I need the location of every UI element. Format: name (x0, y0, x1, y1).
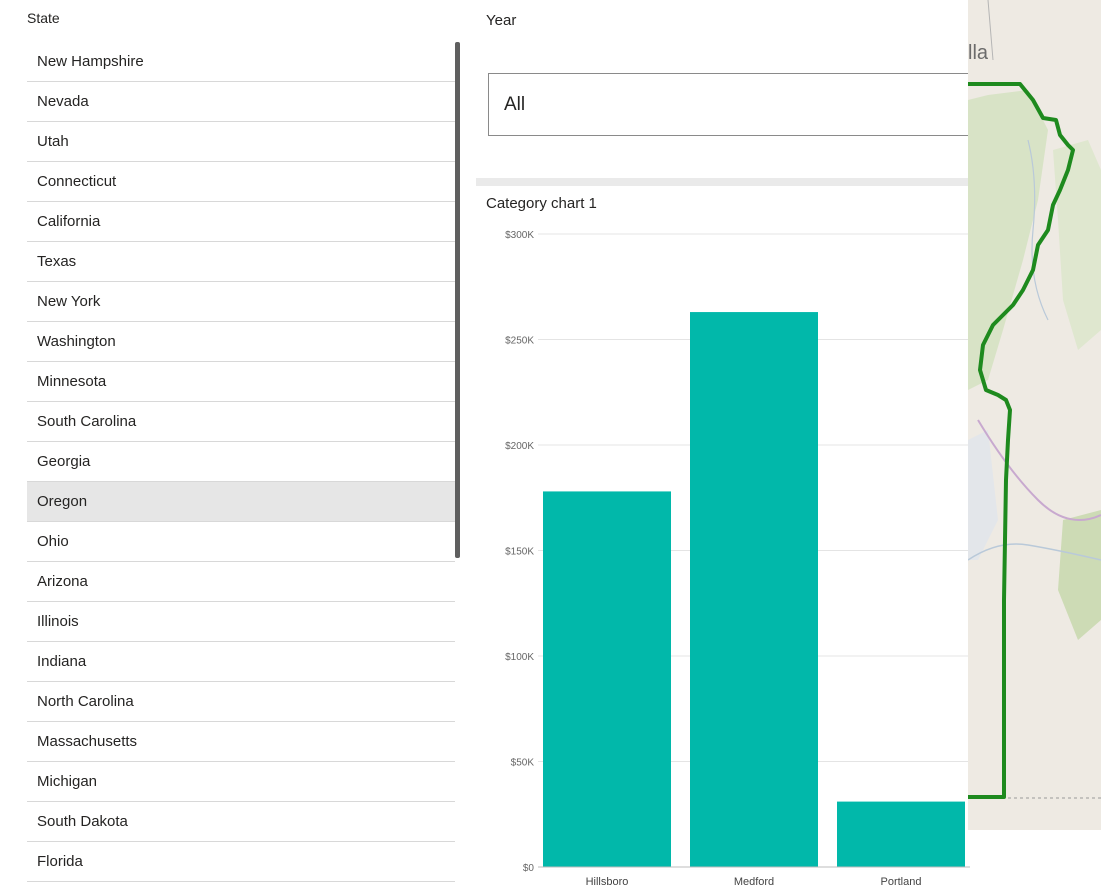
state-item-north-carolina[interactable]: North Carolina (27, 682, 455, 722)
state-item-label: Washington (37, 333, 116, 350)
state-item-nevada[interactable]: Nevada (27, 82, 455, 122)
state-list-scrollbar[interactable] (455, 42, 460, 558)
bar-portland[interactable] (837, 801, 965, 867)
y-tick-label: $300K (505, 230, 534, 241)
map-terrain-patch (1058, 510, 1101, 640)
map-terrain-patch (968, 90, 1048, 390)
map-place-label: lla (968, 42, 989, 64)
state-item-label: South Dakota (37, 813, 128, 830)
chart-canvas: $0 $50K $100K $150K $200K $250K $300K Hillsboro… (505, 230, 970, 888)
state-item-label: Connecticut (37, 173, 117, 190)
state-item-label: Texas (37, 253, 77, 270)
state-item-label: Nevada (37, 93, 89, 110)
state-item-label: Arizona (37, 573, 88, 590)
map-canvas (968, 0, 1101, 799)
year-slicer: Year All (476, 0, 978, 178)
state-item-connecticut[interactable]: Connecticut (27, 162, 455, 202)
x-tick-label: Portland (881, 876, 922, 888)
state-item-label: Oregon (37, 493, 88, 510)
state-item-label: Utah (37, 133, 69, 150)
bar-medford[interactable] (690, 312, 818, 867)
state-item-label: California (37, 213, 101, 230)
state-item-michigan[interactable]: Michigan (27, 762, 455, 802)
state-item-arizona[interactable]: Arizona (27, 562, 455, 602)
state-item-georgia[interactable]: Georgia (27, 442, 455, 482)
year-slicer-title: Year (486, 12, 517, 29)
state-item-ohio[interactable]: Ohio (27, 522, 455, 562)
state-item-new-york[interactable]: New York (27, 282, 455, 322)
state-item-oregon[interactable]: Oregon (27, 482, 455, 522)
state-item-washington[interactable]: Washington (27, 322, 455, 362)
map-road (987, 0, 994, 61)
state-item-minnesota[interactable]: Minnesota (27, 362, 455, 402)
y-tick-label: $100K (505, 652, 534, 663)
state-list: New Hampshire Nevada Utah Connecticut Califo… (27, 42, 455, 882)
state-item-label: Ohio (37, 533, 69, 550)
state-item-label: Massachusetts (37, 733, 138, 750)
state-item-utah[interactable]: Utah (27, 122, 455, 162)
state-item-florida[interactable]: Florida (27, 842, 455, 882)
map-visual[interactable]: lla (968, 0, 1101, 830)
state-item-label: Illinois (37, 613, 79, 630)
y-tick-label: $200K (505, 441, 534, 452)
y-tick-label: $150K (505, 547, 534, 558)
map-road (977, 419, 1101, 521)
state-slicer: State New Hampshire Nevada Utah Connecticut… (0, 0, 470, 889)
state-item-label: Minnesota (37, 373, 107, 390)
state-item-indiana[interactable]: Indiana (27, 642, 455, 682)
x-tick-label: Medford (734, 876, 774, 888)
y-tick-label: $0 (523, 863, 535, 874)
state-item-label: New Hampshire (37, 53, 144, 70)
category-chart: $0 $50K $100K $150K $200K $250K $300K Hillsboro… (476, 186, 970, 889)
state-item-south-carolina[interactable]: South Carolina (27, 402, 455, 442)
state-item-california[interactable]: California (27, 202, 455, 242)
map-terrain-patch (968, 430, 998, 560)
bar-hillsboro[interactable] (543, 491, 671, 867)
state-slicer-title: State (27, 10, 60, 26)
state-item-new-hampshire[interactable]: New Hampshire (27, 42, 455, 82)
y-tick-label: $250K (505, 336, 534, 347)
state-item-label: Michigan (37, 773, 98, 790)
x-tick-label: Hillsboro (586, 876, 629, 888)
state-item-texas[interactable]: Texas (27, 242, 455, 282)
state-item-label: Georgia (37, 453, 91, 470)
state-item-label: South Carolina (37, 413, 137, 430)
y-tick-label: $50K (511, 758, 535, 769)
state-item-label: Florida (37, 853, 83, 870)
state-item-south-dakota[interactable]: South Dakota (27, 802, 455, 842)
state-item-label: Indiana (37, 653, 87, 670)
state-item-massachusetts[interactable]: Massachusetts (27, 722, 455, 762)
chart-title: Category chart 1 (486, 195, 597, 212)
map-terrain-patch (1053, 140, 1101, 350)
state-item-label: New York (37, 293, 101, 310)
panel-divider (476, 178, 970, 186)
state-item-label: North Carolina (37, 693, 134, 710)
year-dropdown-value: All (504, 93, 526, 115)
state-item-illinois[interactable]: Illinois (27, 602, 455, 642)
year-dropdown[interactable]: All (488, 73, 978, 136)
